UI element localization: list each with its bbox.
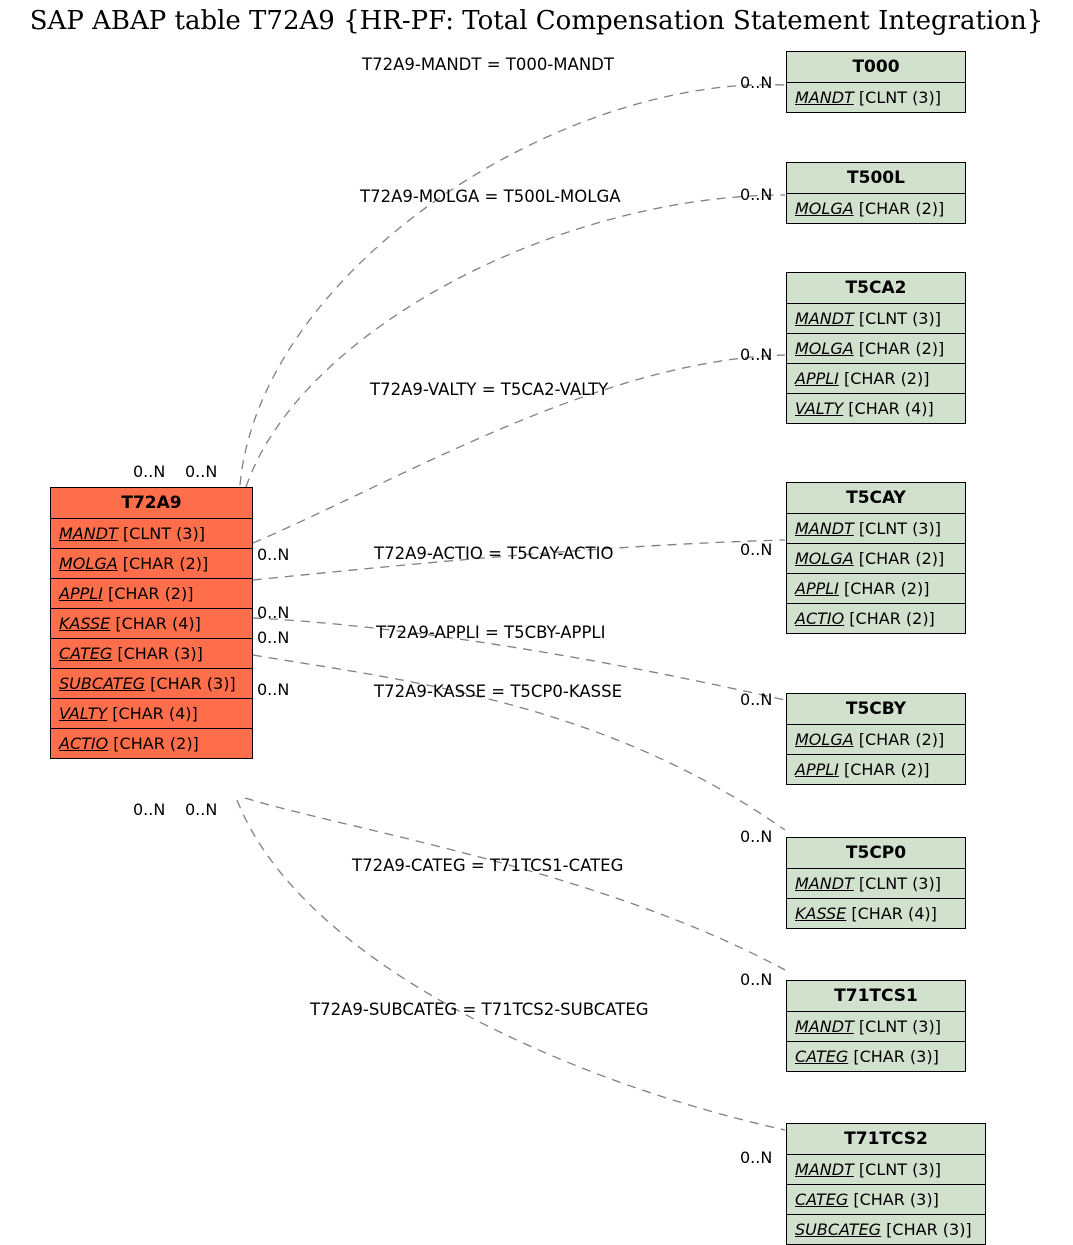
- entity-t71tcs2: T71TCS2 MANDT [CLNT (3)] CATEG [CHAR (3)…: [786, 1123, 986, 1245]
- field-row: KASSE [CHAR (4)]: [51, 609, 252, 639]
- field-row: ACTIO [CHAR (2)]: [787, 604, 965, 633]
- entity-header: T72A9: [51, 488, 252, 519]
- cardinality: 0..N: [185, 800, 217, 819]
- edge-label: T72A9-SUBCATEG = T71TCS2-SUBCATEG: [310, 1000, 649, 1019]
- entity-t5cay: T5CAY MANDT [CLNT (3)] MOLGA [CHAR (2)] …: [786, 482, 966, 634]
- field-row: APPLI [CHAR (2)]: [51, 579, 252, 609]
- entity-header: T5CP0: [787, 838, 965, 869]
- entity-t5cby: T5CBY MOLGA [CHAR (2)] APPLI [CHAR (2)]: [786, 693, 966, 785]
- cardinality: 0..N: [740, 970, 772, 989]
- field-row: CATEG [CHAR (3)]: [51, 639, 252, 669]
- field-row: APPLI [CHAR (2)]: [787, 364, 965, 394]
- entity-t5ca2: T5CA2 MANDT [CLNT (3)] MOLGA [CHAR (2)] …: [786, 272, 966, 424]
- entity-header: T71TCS1: [787, 981, 965, 1012]
- cardinality: 0..N: [185, 462, 217, 481]
- entity-header: T5CAY: [787, 483, 965, 514]
- field-row: MOLGA [CHAR (2)]: [51, 549, 252, 579]
- field-row: MANDT [CLNT (3)]: [787, 514, 965, 544]
- entity-header: T500L: [787, 163, 965, 194]
- field-row: MANDT [CLNT (3)]: [787, 869, 965, 899]
- field-row: CATEG [CHAR (3)]: [787, 1185, 985, 1215]
- cardinality: 0..N: [740, 345, 772, 364]
- edge-label: T72A9-CATEG = T71TCS1-CATEG: [352, 856, 623, 875]
- edge-label: T72A9-ACTIO = T5CAY-ACTIO: [374, 544, 613, 563]
- diagram-title: SAP ABAP table T72A9 {HR-PF: Total Compe…: [0, 6, 1073, 36]
- field-row: MOLGA [CHAR (2)]: [787, 194, 965, 223]
- edge-label: T72A9-MOLGA = T500L-MOLGA: [360, 187, 621, 206]
- entity-t5cp0: T5CP0 MANDT [CLNT (3)] KASSE [CHAR (4)]: [786, 837, 966, 929]
- cardinality: 0..N: [133, 800, 165, 819]
- edge-label: T72A9-APPLI = T5CBY-APPLI: [376, 623, 606, 642]
- field-row: MANDT [CLNT (3)]: [51, 519, 252, 549]
- field-row: MOLGA [CHAR (2)]: [787, 725, 965, 755]
- cardinality: 0..N: [257, 680, 289, 699]
- cardinality: 0..N: [257, 545, 289, 564]
- field-row: APPLI [CHAR (2)]: [787, 574, 965, 604]
- field-row: MOLGA [CHAR (2)]: [787, 334, 965, 364]
- field-row: VALTY [CHAR (4)]: [51, 699, 252, 729]
- field-row: MANDT [CLNT (3)]: [787, 83, 965, 112]
- entity-t71tcs1: T71TCS1 MANDT [CLNT (3)] CATEG [CHAR (3)…: [786, 980, 966, 1072]
- entity-header: T71TCS2: [787, 1124, 985, 1155]
- entity-header: T5CA2: [787, 273, 965, 304]
- field-row: MANDT [CLNT (3)]: [787, 1155, 985, 1185]
- cardinality: 0..N: [740, 540, 772, 559]
- entity-header: T5CBY: [787, 694, 965, 725]
- edge-label: T72A9-MANDT = T000-MANDT: [362, 55, 614, 74]
- field-row: ACTIO [CHAR (2)]: [51, 729, 252, 758]
- field-row: VALTY [CHAR (4)]: [787, 394, 965, 423]
- field-row: SUBCATEG [CHAR (3)]: [787, 1215, 985, 1244]
- entity-t72a9: T72A9 MANDT [CLNT (3)] MOLGA [CHAR (2)] …: [50, 487, 253, 759]
- field-row: KASSE [CHAR (4)]: [787, 899, 965, 928]
- entity-header: T000: [787, 52, 965, 83]
- field-row: APPLI [CHAR (2)]: [787, 755, 965, 784]
- field-row: MOLGA [CHAR (2)]: [787, 544, 965, 574]
- cardinality: 0..N: [257, 628, 289, 647]
- cardinality: 0..N: [257, 603, 289, 622]
- field-row: MANDT [CLNT (3)]: [787, 304, 965, 334]
- cardinality: 0..N: [740, 690, 772, 709]
- cardinality: 0..N: [740, 827, 772, 846]
- entity-t500l: T500L MOLGA [CHAR (2)]: [786, 162, 966, 224]
- cardinality: 0..N: [740, 185, 772, 204]
- cardinality: 0..N: [133, 462, 165, 481]
- edge-label: T72A9-VALTY = T5CA2-VALTY: [370, 380, 608, 399]
- cardinality: 0..N: [740, 73, 772, 92]
- edge-label: T72A9-KASSE = T5CP0-KASSE: [374, 682, 622, 701]
- cardinality: 0..N: [740, 1148, 772, 1167]
- field-row: SUBCATEG [CHAR (3)]: [51, 669, 252, 699]
- entity-t000: T000 MANDT [CLNT (3)]: [786, 51, 966, 113]
- field-row: CATEG [CHAR (3)]: [787, 1042, 965, 1071]
- field-row: MANDT [CLNT (3)]: [787, 1012, 965, 1042]
